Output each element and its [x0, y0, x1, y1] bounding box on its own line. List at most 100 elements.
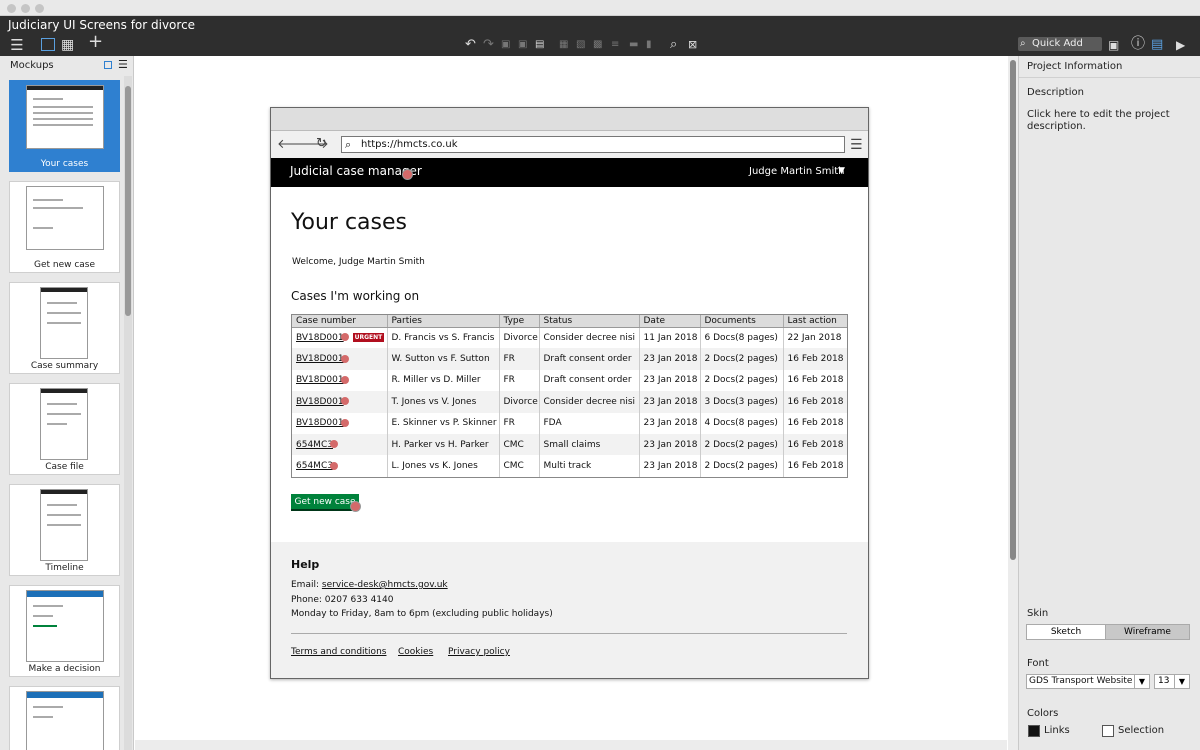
- redo-icon[interactable]: ↷: [483, 37, 494, 53]
- add-icon[interactable]: +: [88, 33, 103, 51]
- minimize-window-button[interactable]: [21, 4, 30, 13]
- group-icon[interactable]: ▦: [559, 37, 568, 53]
- quick-add-input[interactable]: ⌕ Quick Add: [1018, 37, 1102, 51]
- phone-line: Phone: 0207 633 4140: [291, 595, 394, 605]
- case-number-link[interactable]: BV18D001: [296, 418, 344, 428]
- ungroup-icon[interactable]: ▧: [576, 37, 585, 53]
- last-action-cell: 16 Feb 2018: [787, 418, 844, 429]
- case-number-link[interactable]: BV18D001: [296, 354, 344, 364]
- mockup-thumbnail[interactable]: Your cases: [9, 80, 120, 172]
- hours-line: Monday to Friday, 8am to 6pm (excluding …: [291, 609, 553, 619]
- thumbnail-preview: [26, 691, 104, 750]
- case-number-link[interactable]: 654MC3: [296, 461, 333, 471]
- last-action-cell: 16 Feb 2018: [783, 433, 847, 456]
- undo-icon[interactable]: ↶: [465, 37, 476, 53]
- link-marker-icon: [329, 440, 338, 449]
- date-cell: 23 Jan 2018: [639, 412, 701, 434]
- single-pane-icon[interactable]: [41, 38, 55, 51]
- menu-icon[interactable]: ☰: [8, 37, 26, 53]
- table-row: BV18D001 T. Jones vs V. Jones Divorce Consi…: [292, 391, 847, 413]
- chevron-down-icon[interactable]: ▼: [838, 166, 845, 176]
- table-row: BV18D001 W. Sutton vs F. Sutton FR Draft co…: [292, 348, 847, 370]
- documents-cell: 4 Docs(8 pages): [700, 412, 784, 434]
- urgent-badge: URGENT: [352, 332, 385, 342]
- search-icon[interactable]: ⌕: [670, 37, 677, 53]
- mockup-thumbnail[interactable]: [9, 686, 120, 750]
- case-number-link[interactable]: 654MC3: [296, 440, 333, 450]
- copy-icon[interactable]: ▣: [501, 37, 510, 53]
- browser-mockup[interactable]: 🡐 🡒 ↻ ⌕ https://hmcts.co.uk ☰ Judicial ca…: [270, 107, 869, 679]
- trash-icon[interactable]: ▮: [646, 37, 652, 53]
- url-bar[interactable]: ⌕ https://hmcts.co.uk: [341, 136, 845, 153]
- cases-subheading: Cases I'm working on: [291, 289, 420, 303]
- case-number-link[interactable]: BV18D001: [296, 333, 344, 343]
- thumbnail-preview: [26, 85, 104, 149]
- mockup-thumbnail[interactable]: Timeline: [9, 484, 120, 576]
- canvas-vertical-scrollbar[interactable]: [1008, 56, 1018, 750]
- thumbnail-preview: [40, 489, 88, 561]
- skin-label: Skin: [1027, 608, 1049, 619]
- table-row: BV18D001 R. Miller vs D. Miller FR Draft co…: [292, 369, 847, 392]
- thumbnail-label: Get new case: [33, 260, 96, 270]
- type-cell: FR: [499, 348, 540, 370]
- parties-cell: T. Jones vs V. Jones: [387, 391, 500, 413]
- align-icon[interactable]: ≡: [611, 37, 619, 53]
- close-window-button[interactable]: [7, 4, 16, 13]
- chevron-down-icon[interactable]: ▼: [1174, 674, 1190, 689]
- refresh-icon[interactable]: ↻: [316, 136, 327, 151]
- selection-color-swatch[interactable]: [1102, 725, 1114, 737]
- lock-icon[interactable]: ▬: [629, 37, 638, 53]
- url-text: https://hmcts.co.uk: [361, 139, 458, 150]
- column-header: Status: [539, 315, 640, 328]
- present-icon[interactable]: ▶: [1176, 37, 1185, 53]
- case-number-link[interactable]: BV18D001: [296, 397, 344, 407]
- mockup-thumbnail[interactable]: Case summary: [9, 282, 120, 374]
- case-number-link[interactable]: BV18D001: [296, 375, 344, 385]
- clipboard-icon[interactable]: ▤: [535, 37, 544, 53]
- last-action-cell: 16 Feb 2018: [787, 375, 844, 386]
- privacy-link[interactable]: Privacy policy: [448, 647, 510, 657]
- app-header: Judiciary UI Screens for divorce ☰ ▦ + ↶…: [0, 16, 1200, 56]
- table-row: BV18D001 E. Skinner vs P. Skinner FR FDA 23 …: [292, 412, 847, 434]
- thumbnail-view-icon[interactable]: [104, 61, 112, 69]
- type-cell: FR: [499, 369, 540, 392]
- email-line: Email: service-desk@hmcts.gov.uk: [291, 580, 448, 590]
- properties-icon[interactable]: ▤: [1151, 37, 1163, 53]
- font-select[interactable]: GDS Transport Website L: [1026, 674, 1150, 689]
- email-label: Email:: [291, 580, 320, 590]
- mockup-thumbnail[interactable]: Get new case: [9, 181, 120, 273]
- column-header: Case number: [292, 315, 388, 328]
- font-label: Font: [1027, 658, 1049, 669]
- zoom-window-button[interactable]: [35, 4, 44, 13]
- canvas-horizontal-scrollbar[interactable]: [135, 740, 1007, 750]
- links-color-swatch[interactable]: [1028, 725, 1040, 737]
- chevron-down-icon[interactable]: ▼: [1134, 674, 1150, 689]
- thumbnail-label: Make a decision: [28, 664, 101, 674]
- paste-icon[interactable]: ▣: [518, 37, 527, 53]
- front-icon[interactable]: ▩: [593, 37, 602, 53]
- markup-icon[interactable]: ▣: [1108, 37, 1119, 53]
- skin-option-sketch[interactable]: Sketch: [1027, 625, 1106, 639]
- case-number-cell: BV18D001: [292, 369, 388, 392]
- info-icon[interactable]: ⓘ: [1131, 36, 1145, 52]
- browser-menu-icon[interactable]: ☰: [850, 137, 863, 153]
- grid-icon[interactable]: ▦: [61, 37, 74, 53]
- mockup-thumbnail[interactable]: Case file: [9, 383, 120, 475]
- last-action-cell: 16 Feb 2018: [783, 391, 847, 413]
- date-cell: 23 Jan 2018: [639, 433, 701, 456]
- list-view-icon[interactable]: ☰: [118, 58, 128, 71]
- cookies-link[interactable]: Cookies: [398, 647, 433, 657]
- welcome-text: Welcome, Judge Martin Smith: [292, 257, 425, 267]
- mockups-scrollbar[interactable]: [124, 76, 132, 750]
- terms-link[interactable]: Terms and conditions: [291, 647, 386, 657]
- mockups-panel-header: Mockups ☰: [0, 56, 134, 76]
- thumbnail-label: Your cases: [10, 159, 119, 169]
- description-text[interactable]: Click here to edit the project descripti…: [1027, 109, 1187, 133]
- user-name[interactable]: Judge Martin Smith: [749, 166, 845, 177]
- mockup-thumbnail[interactable]: Make a decision: [9, 585, 120, 677]
- skin-option-wireframe[interactable]: Wireframe: [1106, 625, 1189, 639]
- email-link[interactable]: service-desk@hmcts.gov.uk: [322, 580, 448, 590]
- get-new-case-button[interactable]: Get new case: [291, 494, 359, 511]
- app-window: Judiciary UI Screens for divorce ☰ ▦ + ↶…: [0, 0, 1200, 750]
- cross-icon[interactable]: ⊠: [688, 37, 697, 53]
